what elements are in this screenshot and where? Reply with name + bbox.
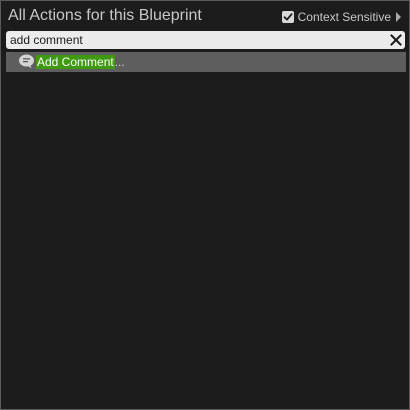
context-sensitive-checkbox[interactable]: [281, 11, 294, 23]
clear-search-icon[interactable]: [389, 33, 403, 47]
search-match-highlight: Add Comment: [36, 55, 115, 69]
expand-arrow-icon[interactable]: [396, 12, 401, 22]
list-item[interactable]: Add Comment...: [6, 52, 406, 72]
result-label: Add Comment...: [36, 54, 125, 70]
action-menu-panel: All Actions for this Blueprint Context S…: [0, 0, 410, 410]
context-sensitive-toggle[interactable]: Context Sensitive: [281, 9, 401, 25]
search-input[interactable]: [10, 31, 380, 49]
search-box: [6, 31, 405, 49]
header: All Actions for this Blueprint Context S…: [1, 1, 409, 31]
comment-icon: [19, 54, 34, 69]
panel-title: All Actions for this Blueprint: [8, 7, 202, 24]
results-list: Add Comment...: [6, 52, 406, 72]
result-ellipsis: ...: [114, 55, 125, 69]
checkmark-icon: [283, 13, 293, 21]
context-sensitive-label: Context Sensitive: [297, 10, 391, 24]
